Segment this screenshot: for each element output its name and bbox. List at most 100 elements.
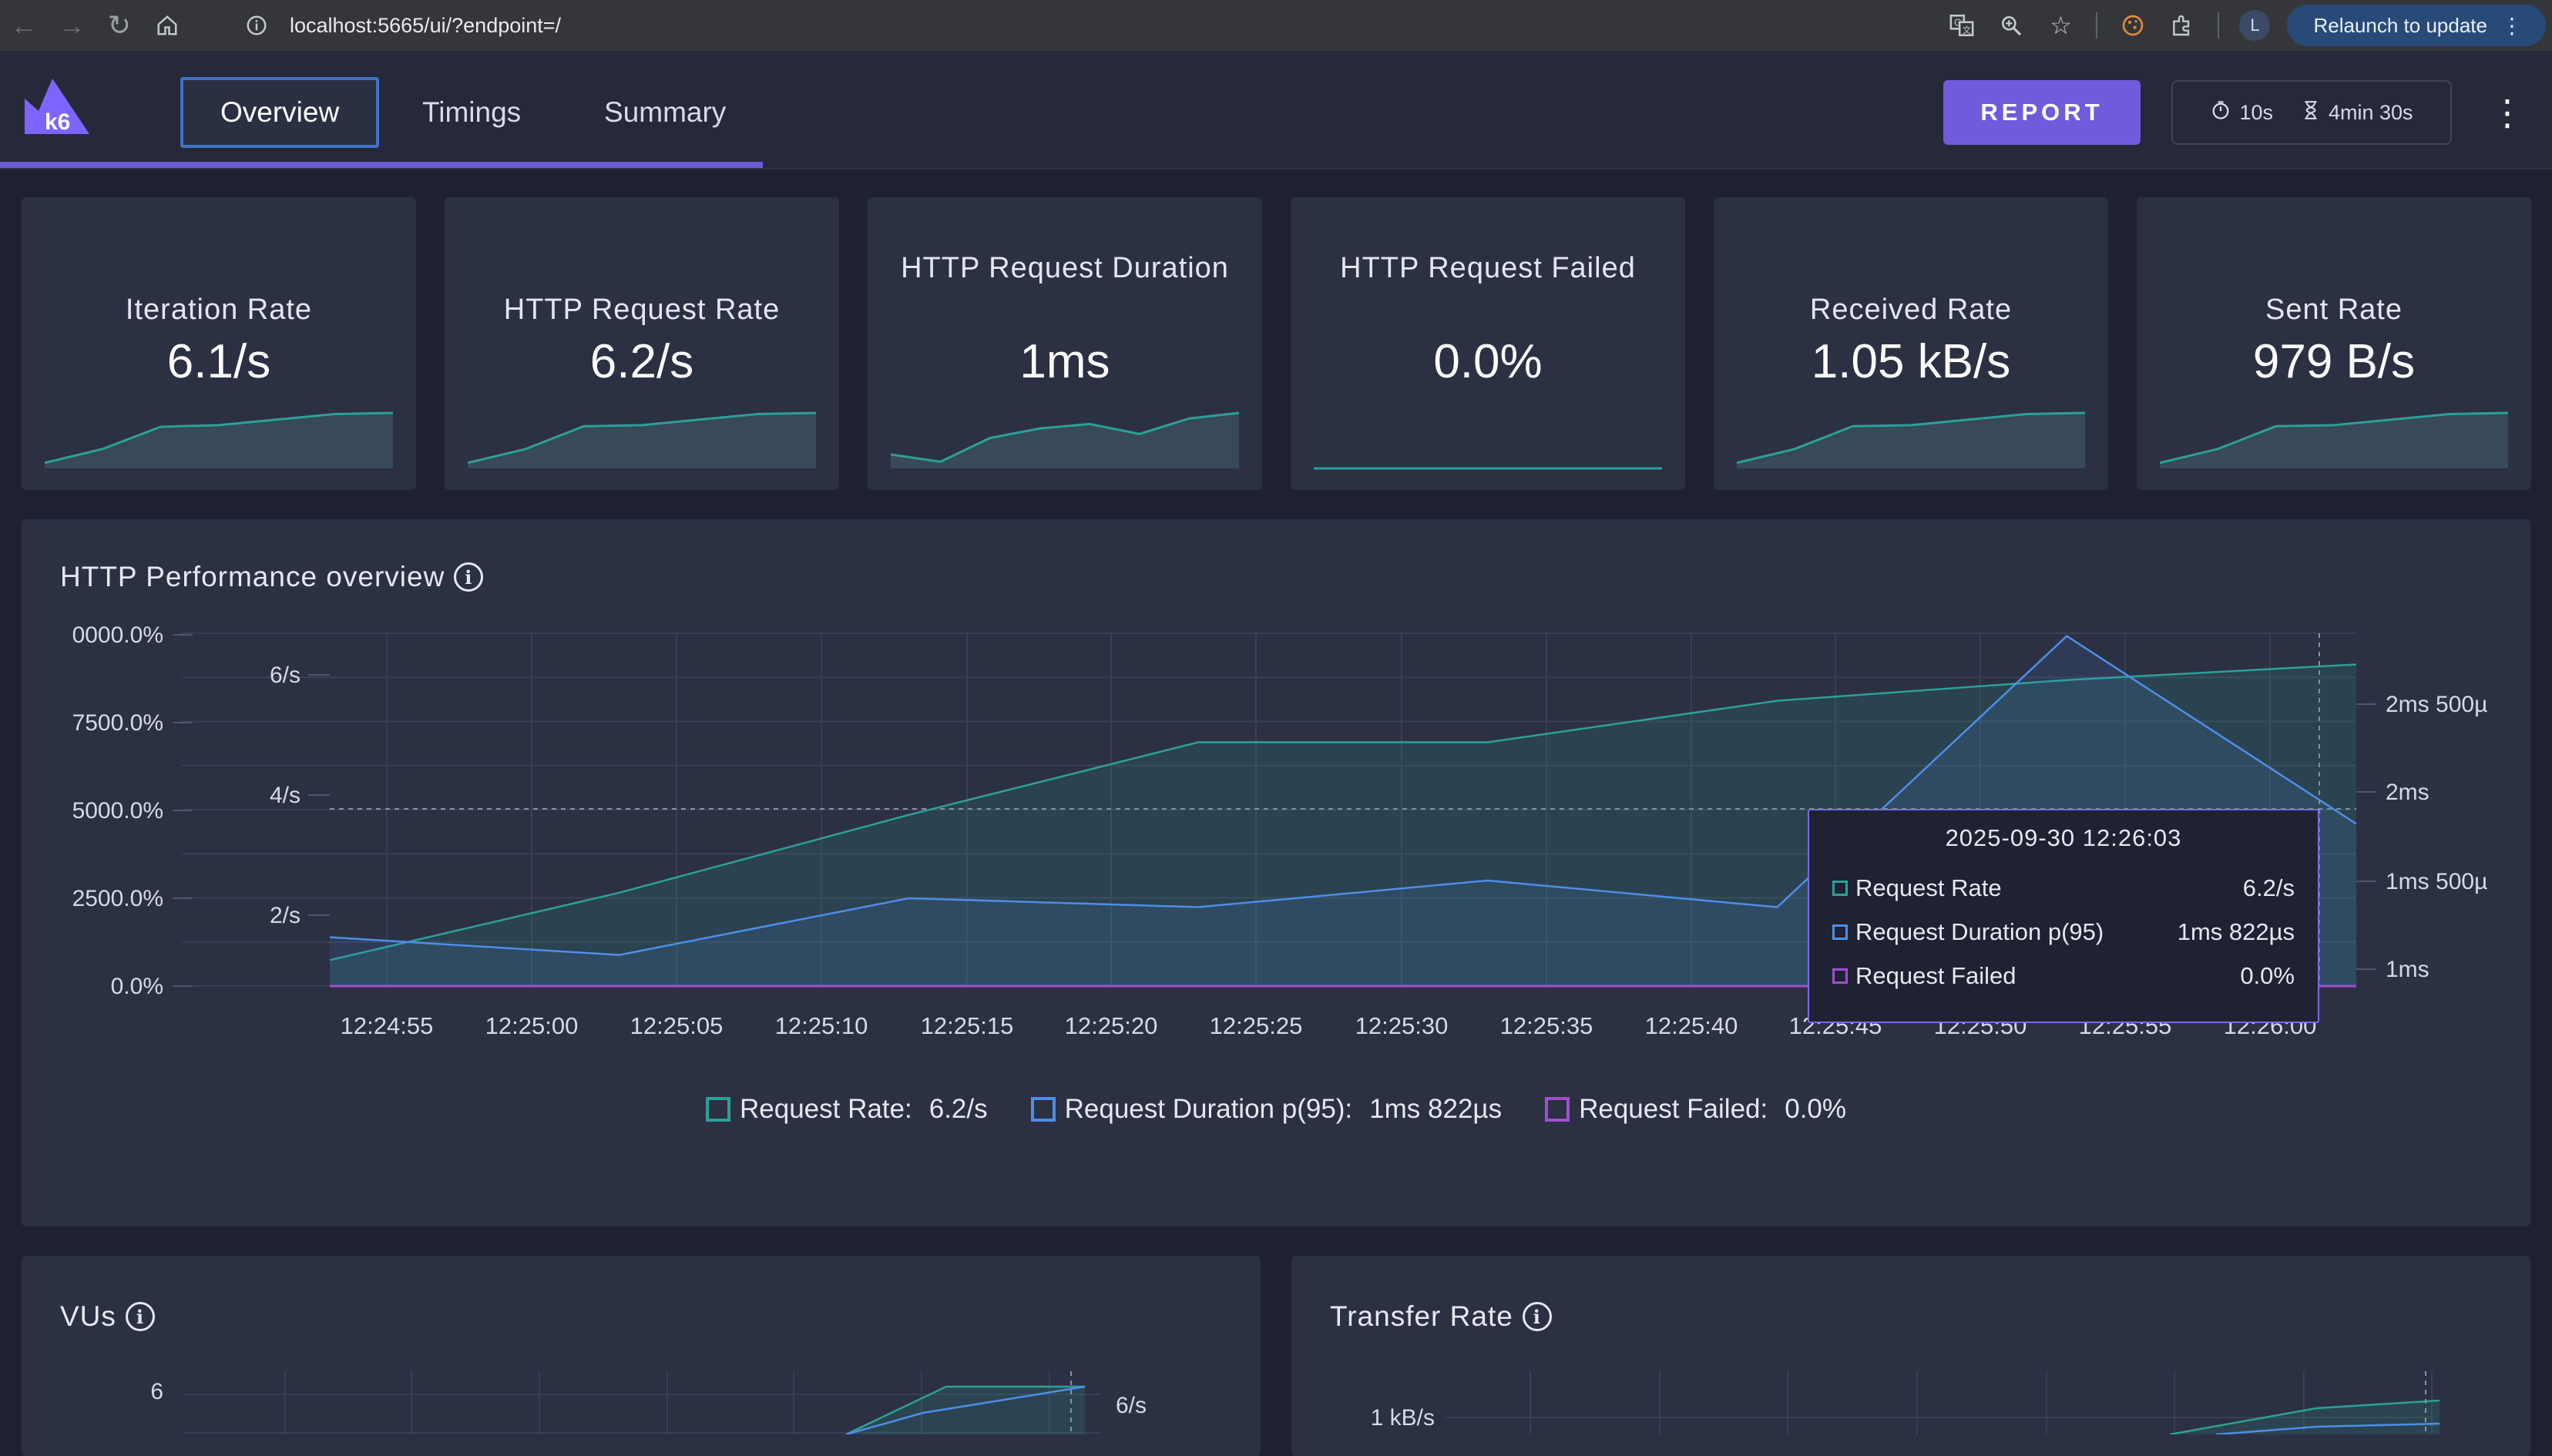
card-sparkline xyxy=(891,411,1239,468)
y-tick-percent: 7500.0% xyxy=(72,710,163,736)
y-tick-percent: 0.0% xyxy=(111,974,163,999)
legend-value: 6.2/s xyxy=(928,1094,988,1124)
tooltip-row-value: 1ms 822µs xyxy=(2177,918,2295,945)
translate-icon[interactable]: G文 xyxy=(1937,0,1986,51)
y-tick-duration: 2ms xyxy=(2386,780,2429,805)
tooltip-row: Request Failed 0.0% xyxy=(1832,954,2295,998)
y-tick-percent: 2500.0% xyxy=(72,886,163,911)
chart-tooltip: 2025-09-30 12:26:03 Request Rate 6.2/s R… xyxy=(1808,809,2319,1023)
y-tick-label: 6 xyxy=(150,1379,163,1404)
tab-overview[interactable]: Overview xyxy=(180,77,380,148)
x-tick-label: 12:25:25 xyxy=(1210,1012,1303,1039)
k6-logo[interactable]: k6 xyxy=(22,75,92,137)
stat-card-sent-rate: Sent Rate 979 B/s xyxy=(2137,197,2531,490)
transfer-rate-chart[interactable]: 1 kB/s xyxy=(1291,1356,2530,1434)
sparkline-area xyxy=(45,413,393,468)
performance-title: HTTP Performance overview i xyxy=(60,561,484,593)
cookie-extension-icon[interactable] xyxy=(2108,0,2157,51)
y-tick-rate: 4/s xyxy=(270,783,301,808)
x-tick-label: 12:24:55 xyxy=(341,1012,434,1039)
home-icon[interactable] xyxy=(143,0,191,51)
legend-value: 1ms 822µs xyxy=(1369,1094,1503,1124)
legend-label: Request Failed: xyxy=(1579,1094,1768,1124)
tab-summary[interactable]: Summary xyxy=(567,77,763,148)
toolbar-divider xyxy=(2096,12,2098,39)
card-sparkline xyxy=(468,411,816,468)
request-failed-swatch xyxy=(1832,968,1848,984)
card-title: Received Rate xyxy=(1809,294,2013,326)
vus-chart[interactable]: 6 6/s xyxy=(22,1356,1261,1434)
card-value: 1.05 kB/s xyxy=(1811,335,2011,388)
extensions-puzzle-icon[interactable] xyxy=(2157,0,2207,51)
legend-request-rate[interactable]: Request Rate: 6.2/s xyxy=(705,1094,988,1125)
tooltip-row-name: Request Failed xyxy=(1855,961,2016,989)
legend-request-failed[interactable]: Request Failed: 0.0% xyxy=(1545,1094,1846,1125)
y-tick-label: 1 kB/s xyxy=(1371,1405,1435,1431)
x-tick-label: 12:25:35 xyxy=(1500,1012,1593,1039)
chrome-menu-icon[interactable]: ⋮ xyxy=(2501,13,2523,39)
tab-timings[interactable]: Timings xyxy=(385,77,558,148)
card-value: 6.1/s xyxy=(166,335,271,388)
y-tick-percent: 5000.0% xyxy=(72,798,163,824)
site-info-icon[interactable] xyxy=(236,5,277,46)
y-tick-rate: 6/s xyxy=(270,663,301,688)
toolbar-divider xyxy=(2218,12,2220,39)
info-icon[interactable]: i xyxy=(1522,1302,1552,1331)
url-text[interactable]: localhost:5665/ui/?endpoint=/ xyxy=(290,14,561,38)
x-tick-label: 12:25:20 xyxy=(1065,1012,1158,1039)
info-icon[interactable]: i xyxy=(454,562,484,592)
stat-card-http-request-rate: HTTP Request Rate 6.2/s xyxy=(445,197,839,490)
tooltip-time: 2025-09-30 12:26:03 xyxy=(1945,824,2182,851)
address-bar[interactable]: localhost:5665/ui/?endpoint=/ xyxy=(236,5,1946,46)
legend-swatch xyxy=(1545,1097,1570,1122)
legend-value: 0.0% xyxy=(1785,1094,1847,1124)
x-tick-label: 12:25:40 xyxy=(1645,1012,1738,1039)
stat-card-received-rate: Received Rate 1.05 kB/s xyxy=(1714,197,2108,490)
k6-logo-text: k6 xyxy=(45,109,70,135)
card-sparkline xyxy=(2160,411,2508,468)
tooltip-row: Request Duration p(95) 1ms 822µs xyxy=(1832,910,2295,954)
relaunch-label: Relaunch to update xyxy=(2313,13,2487,37)
bookmark-star-icon[interactable]: ☆ xyxy=(2036,0,2085,51)
report-button[interactable]: REPORT xyxy=(1943,80,2141,145)
transfer-title: Transfer Rate i xyxy=(1330,1300,1552,1333)
back-icon[interactable]: ← xyxy=(0,0,48,51)
vus-title-text: VUs xyxy=(60,1300,116,1332)
card-sparkline xyxy=(1737,411,2085,468)
info-icon[interactable]: i xyxy=(125,1302,155,1331)
legend-request-duration[interactable]: Request Duration p(95): 1ms 822µs xyxy=(1030,1094,1503,1125)
card-value: 6.2/s xyxy=(589,335,694,388)
y-tick-rate: 2/s xyxy=(270,903,301,928)
x-tick-label: 12:25:00 xyxy=(485,1012,579,1039)
tooltip-row-value: 0.0% xyxy=(2240,961,2295,989)
forward-icon[interactable]: → xyxy=(48,0,96,51)
svg-text:文: 文 xyxy=(1963,25,1971,35)
legend-label: Request Duration p(95): xyxy=(1064,1094,1353,1124)
x-tick-label: 12:25:10 xyxy=(775,1012,868,1039)
request-rate-swatch xyxy=(1832,880,1848,896)
tooltip-row-name: Request Duration p(95) xyxy=(1855,918,2104,945)
vus-title: VUs i xyxy=(60,1300,155,1333)
card-title: HTTP Request Rate xyxy=(503,294,781,326)
sparkline-area xyxy=(1737,413,2085,468)
profile-avatar[interactable]: L xyxy=(2239,10,2271,41)
active-tab-indicator xyxy=(0,162,763,168)
app-header: k6 Overview Timings Summary REPORT 10s 4… xyxy=(0,51,2552,169)
y-tick-duration: 1ms 500µ xyxy=(2386,869,2487,894)
tooltip-row-value: 6.2/s xyxy=(2242,874,2295,901)
request-duration-swatch xyxy=(1832,924,1848,940)
stopwatch-icon xyxy=(2210,99,2231,126)
chart-legend: Request Rate: 6.2/s Request Duration p(9… xyxy=(0,1094,2552,1125)
sparkline-area xyxy=(468,413,816,468)
y-tick-label: 6/s xyxy=(1116,1393,1147,1418)
browser-toolbar: ← → ↻ localhost:5665/ui/?endpoint=/ G文 ☆… xyxy=(0,0,2552,51)
card-value: 979 B/s xyxy=(2252,335,2416,388)
relaunch-button[interactable]: Relaunch to update ⋮ xyxy=(2287,5,2546,46)
y-tick-duration: 2ms 500µ xyxy=(2386,692,2487,717)
more-options-icon[interactable]: ⋮ xyxy=(2490,80,2525,145)
x-tick-label: 12:25:30 xyxy=(1355,1012,1449,1039)
sparkline-area xyxy=(2160,413,2508,468)
zoom-icon[interactable] xyxy=(1986,0,2036,51)
reload-icon[interactable]: ↻ xyxy=(96,0,143,51)
performance-title-text: HTTP Performance overview xyxy=(60,561,445,592)
